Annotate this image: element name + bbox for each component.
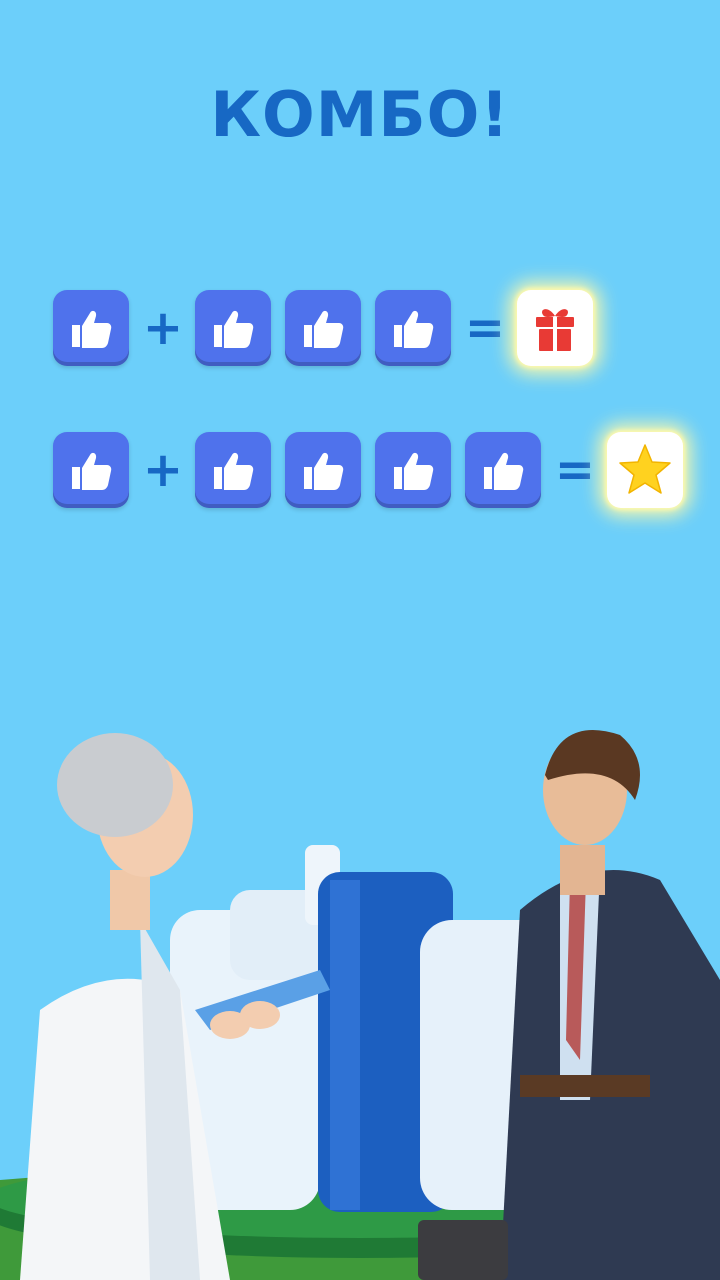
thumbs-up-icon: [72, 452, 112, 490]
thumbs-up-icon: [304, 452, 344, 490]
equals-sign: =: [464, 300, 506, 356]
thumbs-up-icon: [304, 310, 344, 348]
combo-row-1: + =: [0, 290, 720, 370]
plus-sign: +: [142, 300, 184, 356]
thumbs-up-icon: [394, 452, 434, 490]
gift-icon: [536, 309, 574, 351]
gift-reward: [517, 290, 593, 366]
thumbs-up-icon: [214, 310, 254, 348]
thumbs-up-icon: [72, 310, 112, 348]
thumbs-up-tile: [375, 290, 451, 366]
factory-scene-illustration: [0, 730, 720, 1280]
star-reward: [607, 432, 683, 508]
combo-title: КОМБО!: [210, 78, 510, 151]
thumbs-up-tile: [285, 432, 361, 508]
equals-sign: =: [554, 442, 596, 498]
plus-sign: +: [142, 442, 184, 498]
combo-row-2: + =: [0, 432, 720, 512]
thumbs-up-tile: [53, 432, 129, 508]
thumbs-up-tile: [53, 290, 129, 366]
thumbs-up-tile: [375, 432, 451, 508]
thumbs-up-tile: [285, 290, 361, 366]
thumbs-up-icon: [484, 452, 524, 490]
thumbs-up-icon: [394, 310, 434, 348]
thumbs-up-tile: [195, 290, 271, 366]
thumbs-up-tile: [195, 432, 271, 508]
thumbs-up-tile: [465, 432, 541, 508]
star-icon: [619, 444, 671, 494]
thumbs-up-icon: [214, 452, 254, 490]
